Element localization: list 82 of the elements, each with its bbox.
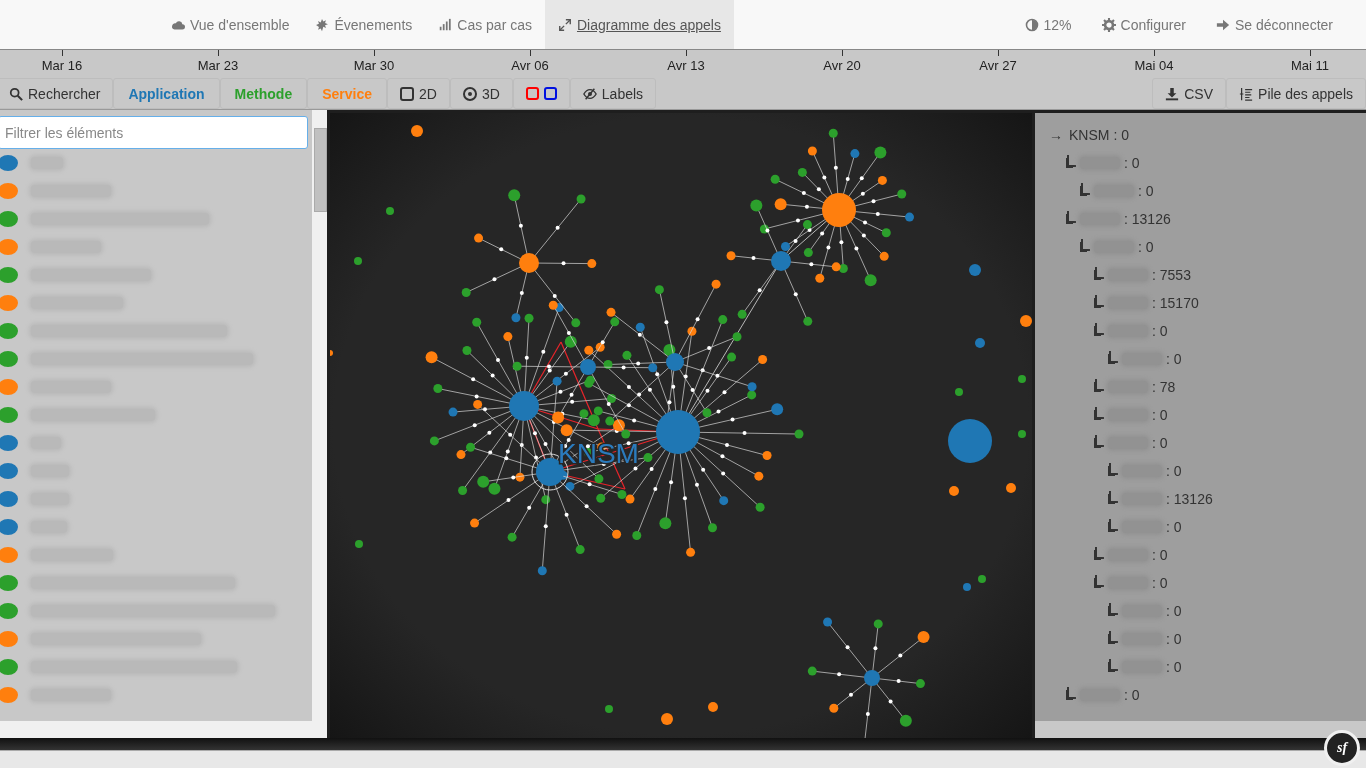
- node-count: : 15170: [1152, 295, 1199, 311]
- date-label: Avr 27: [979, 58, 1017, 75]
- node-count: : 0: [1166, 659, 1182, 675]
- node-count: : 0: [1166, 631, 1182, 647]
- branch-icon: [1081, 183, 1090, 195]
- date-label: Mai 04: [1134, 58, 1174, 75]
- branch-icon: [1109, 519, 1118, 531]
- date-label: Mar 23: [197, 58, 239, 75]
- branch-icon: [1095, 547, 1104, 559]
- date-label: Mai 11: [1290, 58, 1330, 75]
- call-stack-icon: [1239, 86, 1254, 101]
- download-icon: [1165, 86, 1180, 101]
- branch-icon: [1109, 491, 1118, 503]
- settings-icon: [1101, 17, 1116, 32]
- branch-icon: [1067, 155, 1076, 167]
- mode-button[interactable]: 3D: [449, 78, 513, 109]
- node-count: : 0: [1124, 155, 1140, 171]
- branch-icon: [1095, 323, 1104, 335]
- branch-icon: [1095, 379, 1104, 391]
- node-count: : 0: [1124, 687, 1140, 703]
- branch-icon: [1095, 295, 1104, 307]
- branch-icon: [1095, 435, 1104, 447]
- nav-link[interactable]: Configurer: [1086, 0, 1201, 49]
- node-count: : 0: [1113, 127, 1130, 143]
- date-label: Mar 30: [353, 58, 395, 75]
- call-stack-button[interactable]: Pile des appels: [1226, 78, 1366, 109]
- node-name[interactable]: KNSM: [1069, 127, 1110, 143]
- expand-icon: [558, 17, 572, 32]
- labels-button[interactable]: Labels: [569, 78, 657, 109]
- node-count: : 0: [1152, 407, 1168, 423]
- search-button[interactable]: Rechercher: [0, 78, 114, 109]
- node-count: : 0: [1152, 435, 1168, 451]
- node-count: : 0: [1166, 603, 1182, 619]
- branch-icon: [1109, 603, 1118, 615]
- date-label: Avr 20: [823, 58, 861, 75]
- node-count: : 13126: [1166, 491, 1213, 507]
- node-count: : 0: [1166, 519, 1182, 535]
- date-label: Avr 13: [667, 58, 705, 75]
- color-toggle-button[interactable]: [512, 78, 570, 109]
- branch-icon: [1109, 463, 1118, 475]
- nav-tab[interactable]: Évenements: [302, 0, 426, 49]
- node-count: : 0: [1152, 547, 1168, 563]
- nav-link[interactable]: Se déconnecter: [1200, 0, 1348, 49]
- signal-bars-icon: [438, 17, 453, 32]
- node-count: : 0: [1166, 463, 1182, 479]
- branch-icon: [1095, 267, 1104, 279]
- date-label: Avr 06: [511, 58, 549, 75]
- branch-icon: [1109, 659, 1118, 671]
- scrollbar[interactable]: [0, 721, 327, 738]
- filter-field[interactable]: Filtrer les éléments: [0, 116, 308, 149]
- node-count: : 78: [1152, 379, 1176, 395]
- node-count: : 0: [1138, 239, 1154, 255]
- node-count: : 0: [1166, 351, 1182, 367]
- arrow-marker: →: [1049, 127, 1063, 143]
- branch-icon: [1109, 351, 1118, 363]
- date-label: Mar 16: [41, 58, 83, 75]
- scrollbar[interactable]: [312, 110, 327, 721]
- node-count: : 7553: [1152, 267, 1191, 283]
- branch-icon: [1095, 407, 1104, 419]
- nav-tab[interactable]: Diagramme des appels: [545, 0, 734, 49]
- branch-icon: [1067, 687, 1076, 699]
- mode-button[interactable]: 2D: [387, 78, 450, 109]
- node-count: : 0: [1152, 323, 1168, 339]
- branch-icon: [1109, 631, 1118, 643]
- nav-tab[interactable]: Vue d'ensemble: [158, 0, 303, 49]
- node-count: : 13126: [1124, 211, 1171, 227]
- branch-icon: [1067, 211, 1076, 223]
- node-count: : 0: [1138, 183, 1154, 199]
- csv-button[interactable]: CSV: [1152, 78, 1227, 109]
- type-filter-button[interactable]: Application: [113, 78, 220, 109]
- contrast-icon: [1024, 17, 1039, 32]
- search-icon: [9, 86, 23, 101]
- network-graph-drawing[interactable]: [330, 125, 1032, 738]
- nav-tab[interactable]: Cas par cas: [425, 0, 545, 49]
- arrow-right-icon: [1215, 17, 1230, 32]
- burst-icon: [315, 17, 330, 32]
- nav-link[interactable]: 12%: [1009, 0, 1087, 49]
- eye-slash-icon: [582, 86, 597, 101]
- branch-icon: [1095, 575, 1104, 587]
- node-count: : 0: [1152, 575, 1168, 591]
- scrollbar[interactable]: [1035, 721, 1366, 738]
- branch-icon: [1081, 239, 1090, 251]
